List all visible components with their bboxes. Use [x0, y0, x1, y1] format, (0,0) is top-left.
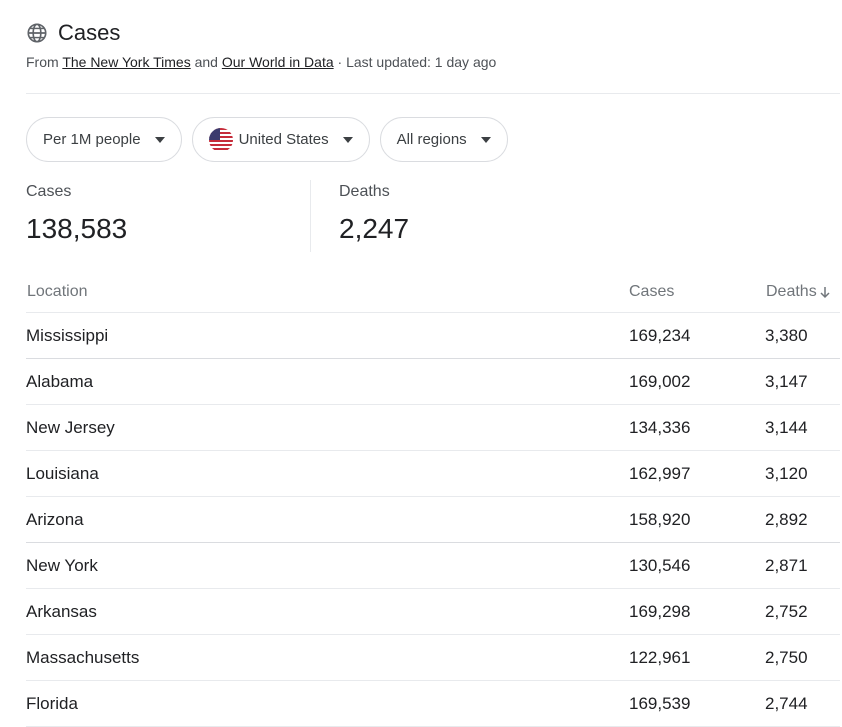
deaths-stat-value: 2,247 [339, 213, 410, 244]
cell-cases: 134,336 [629, 418, 691, 437]
stat-divider [310, 180, 311, 252]
table-row[interactable]: Arkansas 169,298 2,752 [26, 589, 840, 635]
metric-dropdown[interactable]: Per 1M people [26, 117, 182, 162]
cell-location: Massachusetts [26, 648, 140, 667]
cell-deaths: 2,744 [765, 694, 808, 713]
cell-deaths: 2,871 [765, 556, 808, 575]
nyt-source-link[interactable]: The New York Times [62, 54, 190, 70]
cell-location: Alabama [26, 372, 94, 391]
cell-deaths: 3,144 [765, 418, 808, 437]
table-row[interactable]: Massachusetts 122,961 2,750 [26, 635, 840, 681]
table-row[interactable]: Mississippi 169,234 3,380 [26, 313, 840, 359]
cell-deaths: 3,120 [765, 464, 808, 483]
cell-location: New York [26, 556, 98, 575]
card-header: Cases From The New York Times and Our Wo… [26, 18, 840, 70]
country-dropdown[interactable]: United States [191, 117, 370, 162]
source-and: and [194, 54, 218, 70]
location-table: Location Cases Deaths Mississippi 169,23… [26, 270, 840, 727]
cell-location: Louisiana [26, 464, 99, 483]
cell-cases: 169,002 [629, 372, 691, 391]
cell-location: Mississippi [26, 326, 109, 345]
metric-dropdown-label: Per 1M people [43, 131, 141, 148]
caret-down-icon [342, 136, 353, 143]
column-header-deaths[interactable]: Deaths [766, 283, 831, 301]
arrow-down-icon [819, 285, 831, 299]
column-header-cases[interactable]: Cases [629, 283, 674, 301]
cell-deaths: 3,380 [765, 326, 808, 345]
deaths-stat[interactable]: Deaths 2,247 [339, 180, 409, 244]
table-row[interactable]: Alabama 169,002 3,147 [26, 359, 840, 405]
column-header-deaths-label: Deaths [766, 283, 817, 300]
covid-cases-card: Cases From The New York Times and Our Wo… [0, 0, 842, 727]
cases-stat[interactable]: Cases 138,583 [26, 180, 127, 244]
page-title: Cases [58, 20, 121, 45]
cell-location: New Jersey [26, 418, 115, 437]
summary-stats: Cases 138,583 Deaths 2,247 [26, 180, 840, 252]
cell-location: Arizona [26, 510, 84, 529]
table-row[interactable]: New Jersey 134,336 3,144 [26, 405, 840, 451]
table-row[interactable]: New York 130,546 2,871 [26, 543, 840, 589]
country-dropdown-label: United States [238, 131, 329, 148]
filter-bar: Per 1M people United States All regions [26, 117, 508, 162]
cell-cases: 169,539 [629, 694, 691, 713]
cell-deaths: 2,752 [765, 602, 808, 621]
table-row[interactable]: Florida 169,539 2,744 [26, 681, 840, 727]
region-dropdown-label: All regions [396, 131, 467, 148]
cell-location: Florida [26, 694, 78, 713]
us-flag-icon [208, 127, 233, 152]
source-prefix: From [26, 54, 59, 70]
caret-down-icon [480, 136, 491, 143]
owid-source-link[interactable]: Our World in Data [222, 54, 334, 70]
deaths-stat-label: Deaths [339, 183, 390, 200]
table-header: Location Cases Deaths [26, 270, 840, 313]
region-dropdown[interactable]: All regions [379, 117, 508, 162]
table-row[interactable]: Louisiana 162,997 3,120 [26, 451, 840, 497]
column-header-location[interactable]: Location [27, 283, 88, 301]
cases-stat-label: Cases [26, 183, 72, 200]
cases-stat-value: 138,583 [26, 213, 128, 244]
source-line: From The New York Times and Our World in… [26, 54, 840, 70]
cell-deaths: 2,892 [765, 510, 808, 529]
last-updated: · Last updated: 1 day ago [337, 54, 497, 70]
cell-deaths: 2,750 [765, 648, 808, 667]
cell-cases: 158,920 [629, 510, 691, 529]
cell-cases: 169,298 [629, 602, 691, 621]
caret-down-icon [154, 136, 165, 143]
cell-cases: 169,234 [629, 326, 691, 345]
table-row[interactable]: Arizona 158,920 2,892 [26, 497, 840, 543]
cell-location: Arkansas [26, 602, 97, 621]
header-divider [26, 93, 840, 94]
cell-cases: 122,961 [629, 648, 691, 667]
cell-cases: 130,546 [629, 556, 691, 575]
globe-icon [26, 22, 48, 44]
cell-cases: 162,997 [629, 464, 691, 483]
cell-deaths: 3,147 [765, 372, 808, 391]
title-row: Cases [26, 18, 840, 48]
